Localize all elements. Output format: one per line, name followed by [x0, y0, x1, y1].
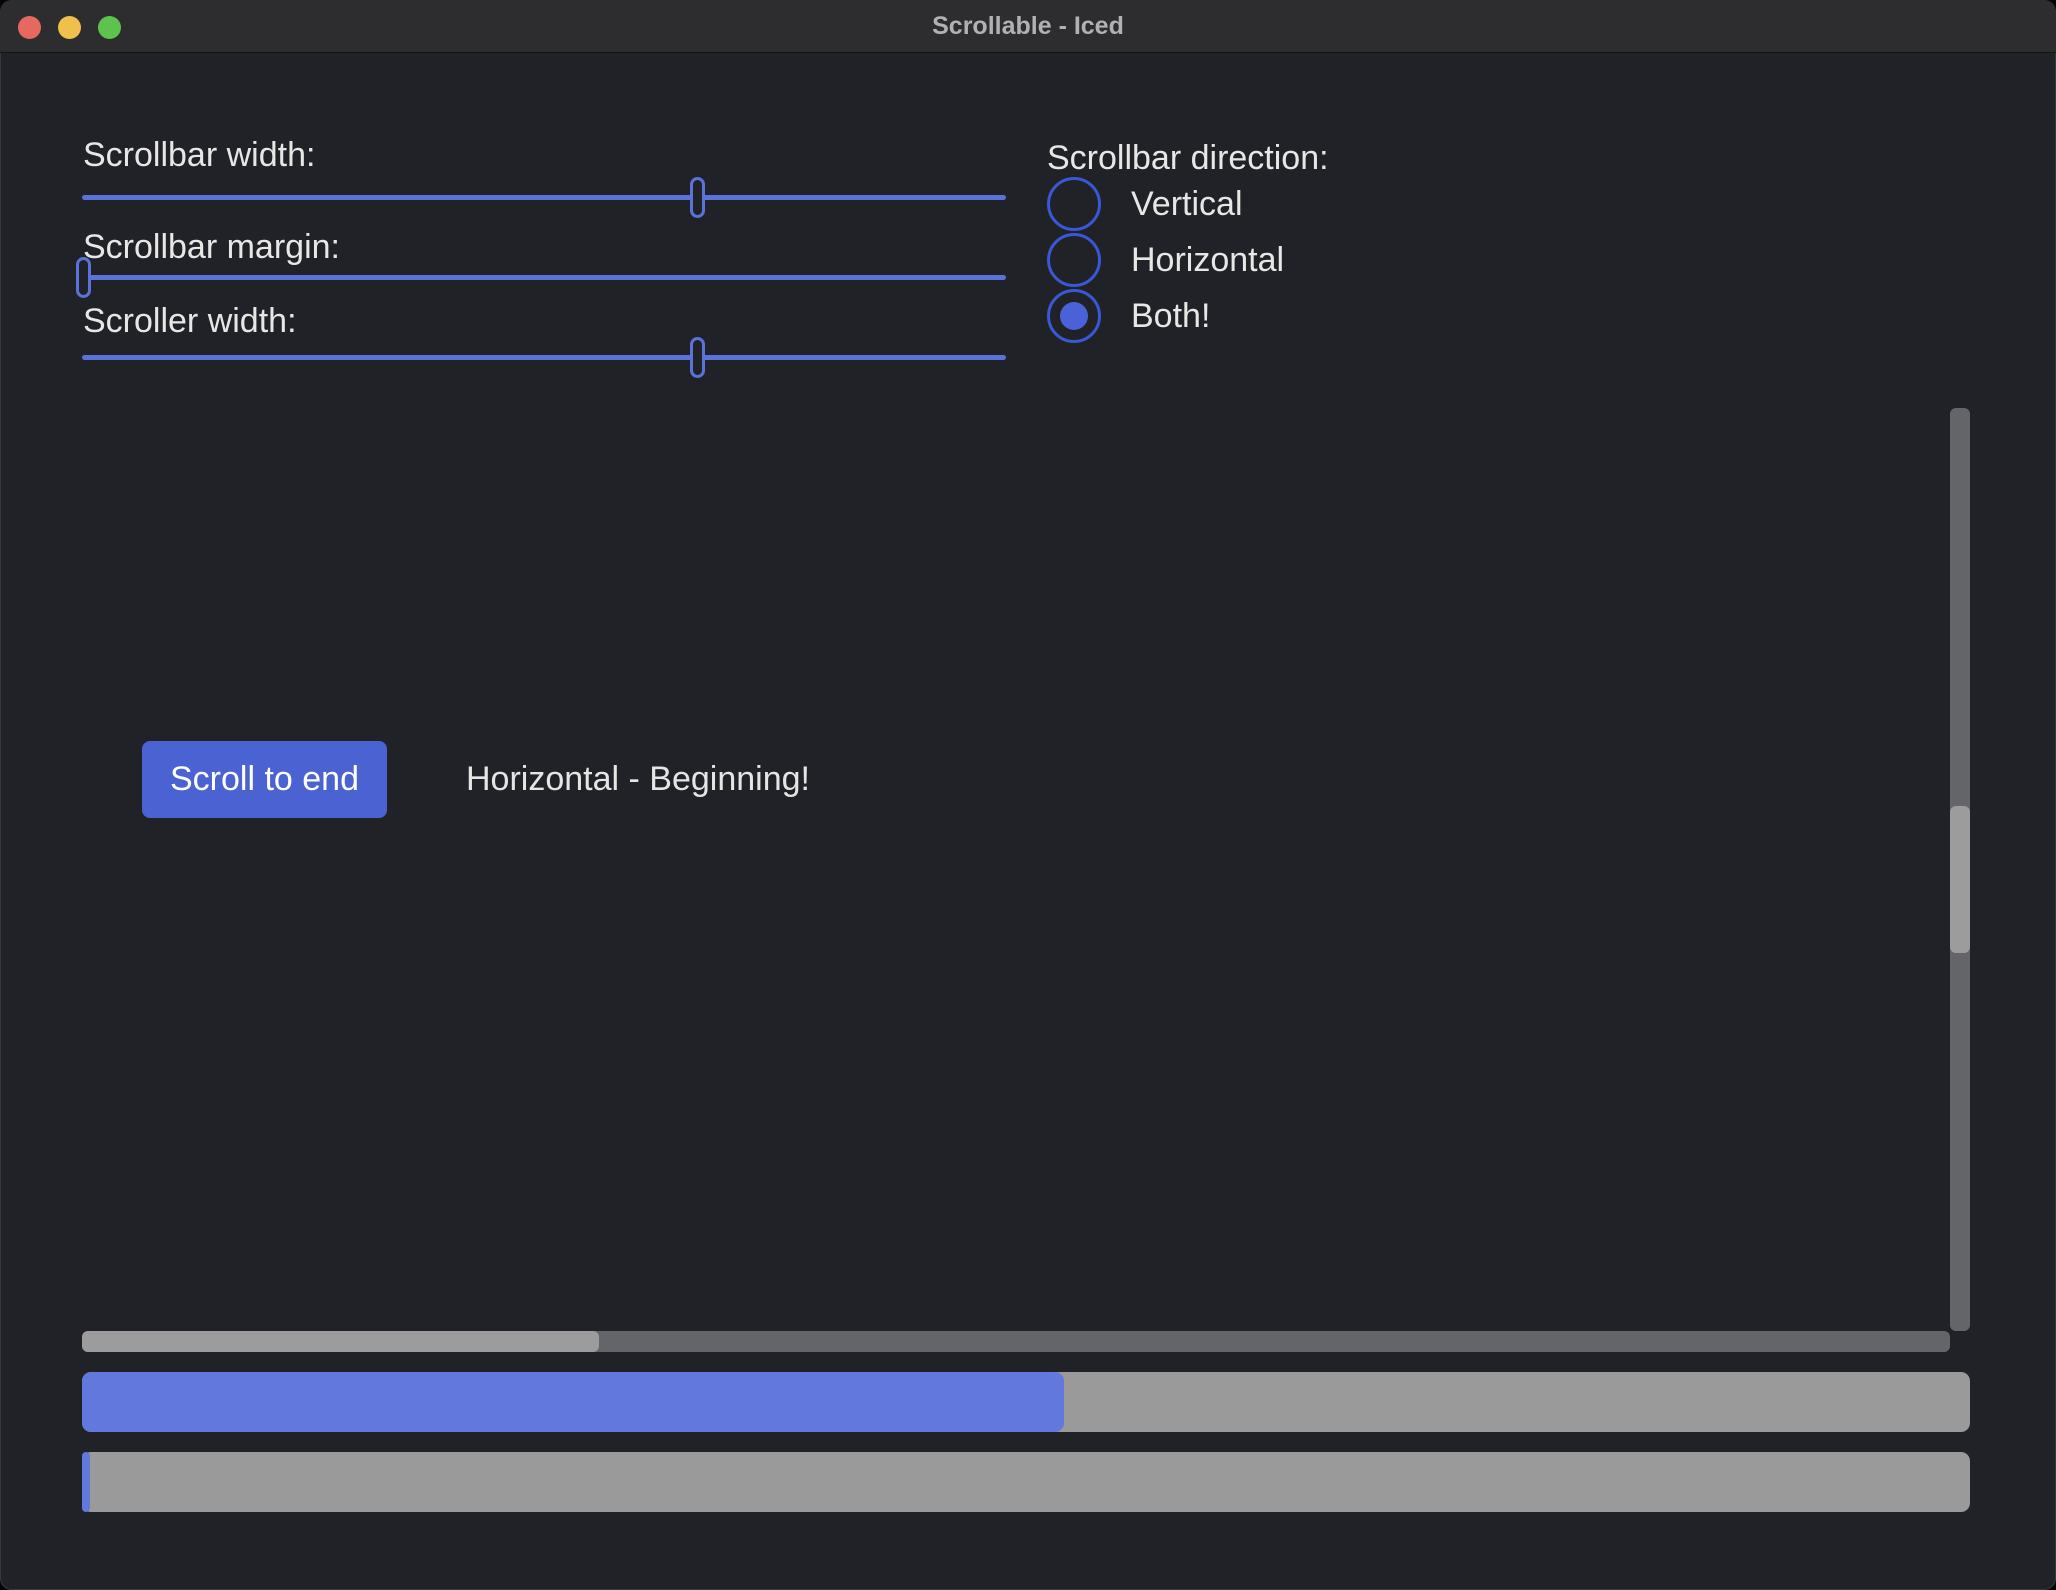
slider-handle[interactable]: [76, 257, 91, 298]
scrollbar-width-label: Scrollbar width:: [83, 136, 315, 174]
window-title: Scrollable - Iced: [0, 0, 2056, 52]
scroll-status-text: Horizontal - Beginning!: [466, 741, 810, 818]
vertical-scrollbar-track[interactable]: [1950, 408, 1970, 1331]
radio-circle-icon: [1047, 289, 1101, 343]
radio-circle-icon: [1047, 233, 1101, 287]
horizontal-scrollbar-track[interactable]: [82, 1331, 1950, 1352]
scrollbar-direction-label: Scrollbar direction:: [1047, 139, 1329, 177]
radio-horizontal-label: Horizontal: [1131, 241, 1284, 280]
minimize-window-button[interactable]: [58, 16, 81, 39]
slider-track[interactable]: [82, 275, 1006, 280]
vertical-progress-bar: [82, 1452, 1970, 1512]
horizontal-progress-bar: [82, 1372, 1970, 1432]
radio-dot-icon: [1060, 302, 1088, 330]
app-window: Scrollable - Iced Scrollbar width: Scrol…: [0, 0, 2056, 1590]
slider-track[interactable]: [82, 355, 1006, 360]
radio-circle-icon: [1047, 177, 1101, 231]
slider-track[interactable]: [82, 195, 1006, 200]
progress-fill: [82, 1372, 1064, 1432]
radio-both-label: Both!: [1131, 297, 1210, 336]
scroller-width-slider[interactable]: [82, 337, 1006, 378]
horizontal-scrollbar-thumb[interactable]: [82, 1331, 599, 1352]
close-window-button[interactable]: [18, 16, 41, 39]
scrollbar-margin-slider[interactable]: [82, 257, 1006, 298]
slider-handle[interactable]: [690, 337, 705, 378]
scroll-to-end-button[interactable]: Scroll to end: [142, 741, 387, 818]
radio-horizontal[interactable]: Horizontal: [1047, 233, 1284, 287]
progress-fill: [82, 1452, 90, 1512]
radio-both[interactable]: Both!: [1047, 289, 1210, 343]
radio-vertical-label: Vertical: [1131, 185, 1243, 224]
scrollbar-width-slider[interactable]: [82, 177, 1006, 218]
radio-vertical[interactable]: Vertical: [1047, 177, 1243, 231]
zoom-window-button[interactable]: [98, 16, 121, 39]
vertical-scrollbar-thumb[interactable]: [1950, 806, 1970, 954]
scroller-width-label: Scroller width:: [83, 302, 297, 340]
titlebar: Scrollable - Iced: [0, 0, 2056, 53]
slider-handle[interactable]: [690, 177, 705, 218]
